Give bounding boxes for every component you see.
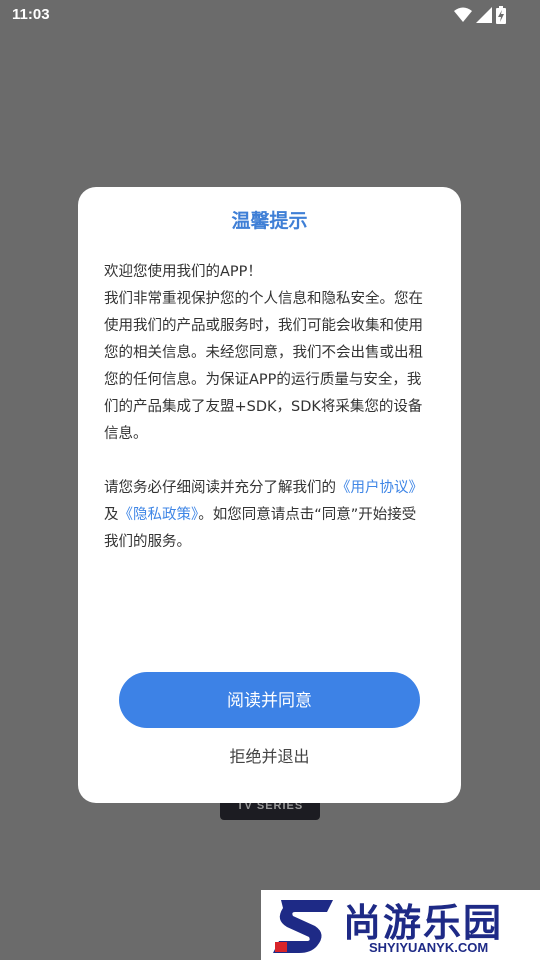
battery-charging-icon bbox=[496, 6, 506, 24]
status-bar: 11:03 bbox=[0, 0, 540, 30]
privacy-dialog: 温馨提示 欢迎您使用我们的APP！ 我们非常重视保护您的个人信息和隐私安全。您在… bbox=[78, 187, 461, 803]
brand-logo-icon bbox=[271, 896, 337, 960]
dialog-body: 欢迎您使用我们的APP！ 我们非常重视保护您的个人信息和隐私安全。您在使用我们的… bbox=[104, 259, 430, 556]
brand-name: 尚游乐园 bbox=[343, 901, 504, 945]
watermark: 尚游乐园 SHYIYUANYK.COM bbox=[261, 890, 540, 960]
status-icons bbox=[454, 6, 506, 24]
decline-button[interactable]: 拒绝并退出 bbox=[78, 743, 461, 767]
privacy-policy-link[interactable]: 《隐私政策》 bbox=[119, 507, 199, 523]
privacy-statement: 我们非常重视保护您的个人信息和隐私安全。您在使用我们的产品或服务时，我们可能会收… bbox=[104, 291, 423, 442]
agreement-notice: 请您务必仔细阅读并充分了解我们的《用户协议》及《隐私政策》。如您同意请点击“同意… bbox=[104, 475, 430, 556]
signal-icon bbox=[476, 7, 492, 23]
user-agreement-link[interactable]: 《用户协议》 bbox=[336, 480, 423, 496]
welcome-line: 欢迎您使用我们的APP！ bbox=[104, 264, 262, 280]
conjunction-text: 及 bbox=[104, 507, 119, 523]
agreement-prefix: 请您务必仔细阅读并充分了解我们的 bbox=[104, 480, 336, 496]
brand-url: SHYIYUANYK.COM bbox=[369, 940, 489, 955]
status-time: 11:03 bbox=[12, 6, 50, 23]
agree-button[interactable]: 阅读并同意 bbox=[119, 672, 420, 728]
wifi-icon bbox=[454, 7, 472, 23]
dialog-title: 温馨提示 bbox=[231, 210, 308, 232]
